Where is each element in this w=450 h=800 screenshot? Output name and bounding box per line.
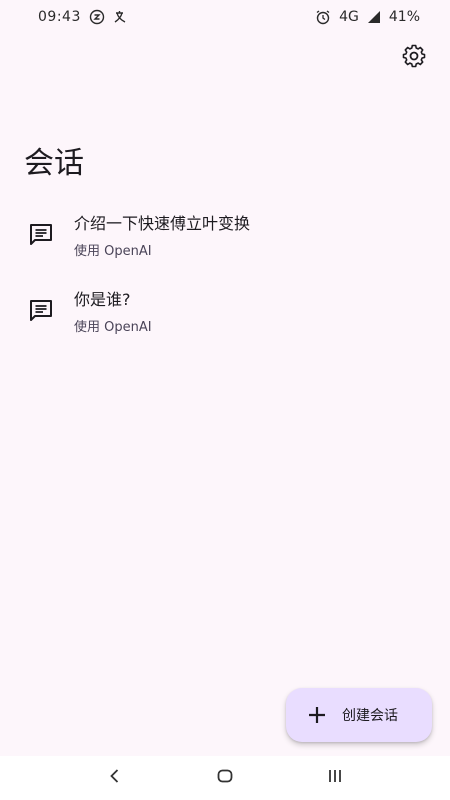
conversation-subtitle: 使用 OpenAI <box>74 243 152 259</box>
status-left: 09:43 <box>38 9 129 25</box>
message-icon <box>28 221 54 247</box>
message-icon <box>28 297 54 323</box>
recents-icon <box>326 768 344 788</box>
translate-icon <box>113 9 129 25</box>
fab-label: 创建会话 <box>342 708 398 724</box>
battery-level: 41% <box>388 9 420 25</box>
status-bar: 09:43 4G 41% <box>0 0 450 34</box>
alarm-icon <box>315 9 331 25</box>
gear-icon <box>402 44 426 72</box>
status-right: 4G 41% <box>315 9 420 25</box>
conversation-subtitle: 使用 OpenAI <box>74 319 152 335</box>
conversation-list: 介绍一下快速傅立叶变换 使用 OpenAI 你是谁? 使用 OpenAI <box>0 196 450 348</box>
conversation-item[interactable]: 你是谁? 使用 OpenAI <box>0 272 450 348</box>
conversation-title: 你是谁? <box>74 289 131 309</box>
signal-icon <box>367 10 381 24</box>
settings-button[interactable] <box>398 42 430 74</box>
conversation-title: 介绍一下快速傅立叶变换 <box>74 213 251 233</box>
conversation-item[interactable]: 介绍一下快速傅立叶变换 使用 OpenAI <box>0 196 450 272</box>
nav-back-button[interactable] <box>95 758 135 798</box>
status-time: 09:43 <box>38 9 81 25</box>
network-type: 4G <box>339 9 359 25</box>
notification-icon <box>89 9 105 25</box>
nav-recents-button[interactable] <box>315 758 355 798</box>
create-conversation-button[interactable]: 创建会话 <box>286 688 432 742</box>
nav-home-button[interactable] <box>205 758 245 798</box>
plus-icon <box>306 704 328 726</box>
top-app-bar <box>0 34 450 82</box>
conversation-text: 介绍一下快速傅立叶变换 使用 OpenAI <box>74 210 250 259</box>
conversation-text: 你是谁? 使用 OpenAI <box>74 286 152 335</box>
home-icon <box>216 767 234 789</box>
system-nav-bar <box>0 756 450 800</box>
page-title: 会话 <box>24 146 84 181</box>
back-icon <box>107 768 123 788</box>
